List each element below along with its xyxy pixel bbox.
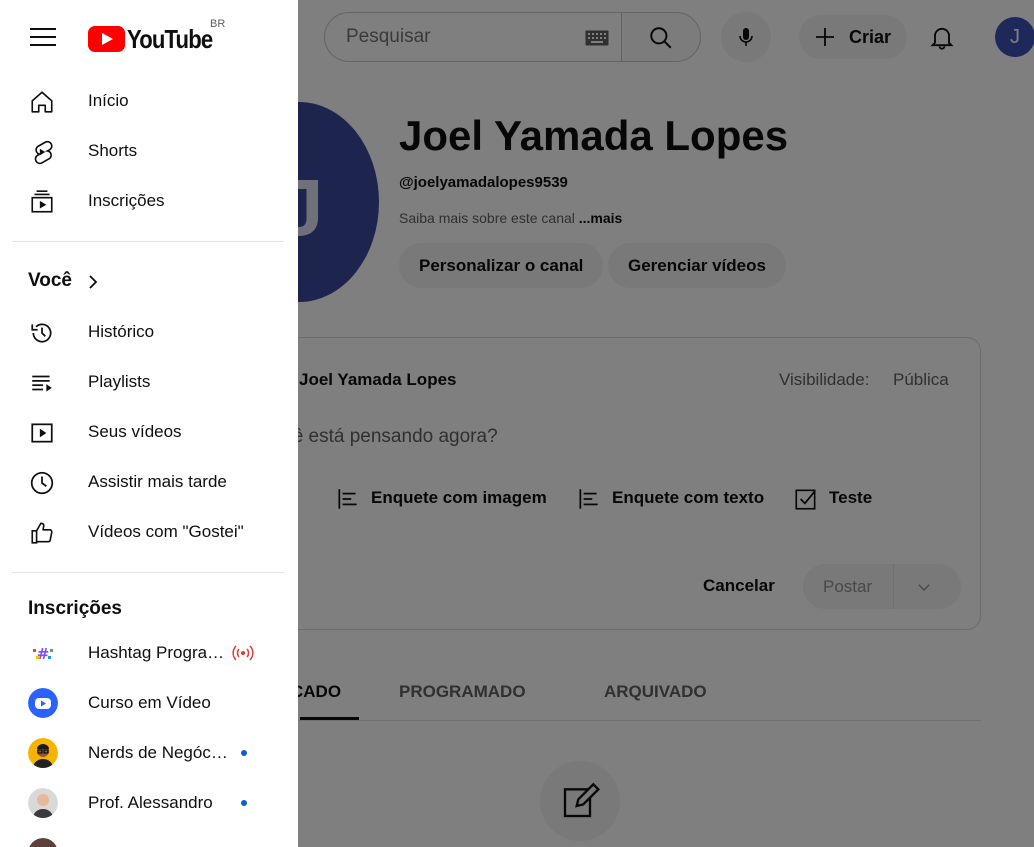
subscription-label: Curso em Vídeo	[88, 693, 211, 712]
you-section-title[interactable]: Você	[28, 270, 72, 292]
subscription-label: Prof. Alessandro	[88, 793, 213, 812]
liked-icon	[31, 522, 53, 544]
subscription-item-prof-alessandro[interactable]: Prof. Alessandro	[12, 783, 284, 823]
sidebar-item-label: Início	[88, 91, 129, 110]
sidebar-item-label: Shorts	[88, 141, 138, 160]
youtube-play-icon	[88, 26, 125, 52]
subscriptions-icon	[31, 190, 53, 213]
sidebar-item-watch-later[interactable]: Assistir mais tarde	[12, 462, 284, 502]
sidebar-item-shorts[interactable]: Shorts	[12, 131, 284, 171]
subscription-item-nerds-de-negocios[interactable]: Nerds de Negócios	[12, 733, 284, 773]
live-broadcast-icon	[232, 645, 254, 661]
new-content-dot	[241, 800, 247, 806]
chevron-right-icon[interactable]	[86, 273, 100, 291]
channel-avatar-prof-alessandro	[28, 788, 58, 818]
subscription-item-hashtag[interactable]: # Hashtag Programação	[12, 633, 284, 673]
subscriptions-section-title: Inscrições	[28, 598, 122, 619]
drawer-header: YouTube BR	[0, 0, 298, 74]
channel-avatar-nerds-de-negocios	[28, 738, 58, 768]
guide-drawer: YouTube BR Início Shorts Inscrições Você…	[0, 0, 298, 847]
sidebar-item-your-videos[interactable]: Seus vídeos	[12, 412, 284, 452]
sidebar-item-label: Playlists	[88, 372, 151, 391]
sidebar-item-label: Vídeos com "Gostei"	[88, 522, 244, 541]
country-code: BR	[210, 18, 226, 30]
shorts-icon	[34, 140, 53, 165]
drawer-divider	[12, 572, 284, 573]
svg-text:#: #	[37, 645, 50, 663]
subscription-item-partial[interactable]	[12, 833, 284, 847]
watch-later-icon	[30, 471, 54, 495]
channel-avatar-hashtag: #	[28, 638, 58, 668]
new-content-dot	[241, 750, 247, 756]
home-icon	[31, 91, 53, 113]
sidebar-item-home[interactable]: Início	[12, 81, 284, 121]
sidebar-item-label: Assistir mais tarde	[88, 472, 227, 491]
channel-avatar-partial	[28, 838, 58, 847]
subscription-label: Hashtag Programação	[88, 643, 228, 662]
subscription-item-curso-em-video[interactable]: Curso em Vídeo	[12, 683, 284, 723]
drawer-divider	[12, 241, 284, 242]
playlists-icon	[32, 375, 52, 392]
sidebar-item-history[interactable]: Histórico	[12, 312, 284, 352]
channel-avatar-curso-em-video	[28, 688, 58, 718]
your-videos-icon	[31, 423, 53, 443]
youtube-logo[interactable]: YouTube	[88, 24, 213, 54]
hamburger-menu-icon[interactable]	[30, 27, 56, 47]
sidebar-item-label: Histórico	[88, 322, 155, 341]
history-icon	[31, 323, 52, 343]
youtube-wordmark: YouTube	[127, 24, 213, 54]
sidebar-item-subscriptions[interactable]: Inscrições	[12, 181, 284, 221]
subscription-label: Nerds de Negócios	[88, 743, 228, 762]
sidebar-item-playlists[interactable]: Playlists	[12, 362, 284, 402]
sidebar-item-liked-videos[interactable]: Vídeos com "Gostei"	[12, 512, 284, 552]
sidebar-item-label: Inscrições	[88, 191, 165, 210]
sidebar-item-label: Seus vídeos	[88, 422, 182, 441]
